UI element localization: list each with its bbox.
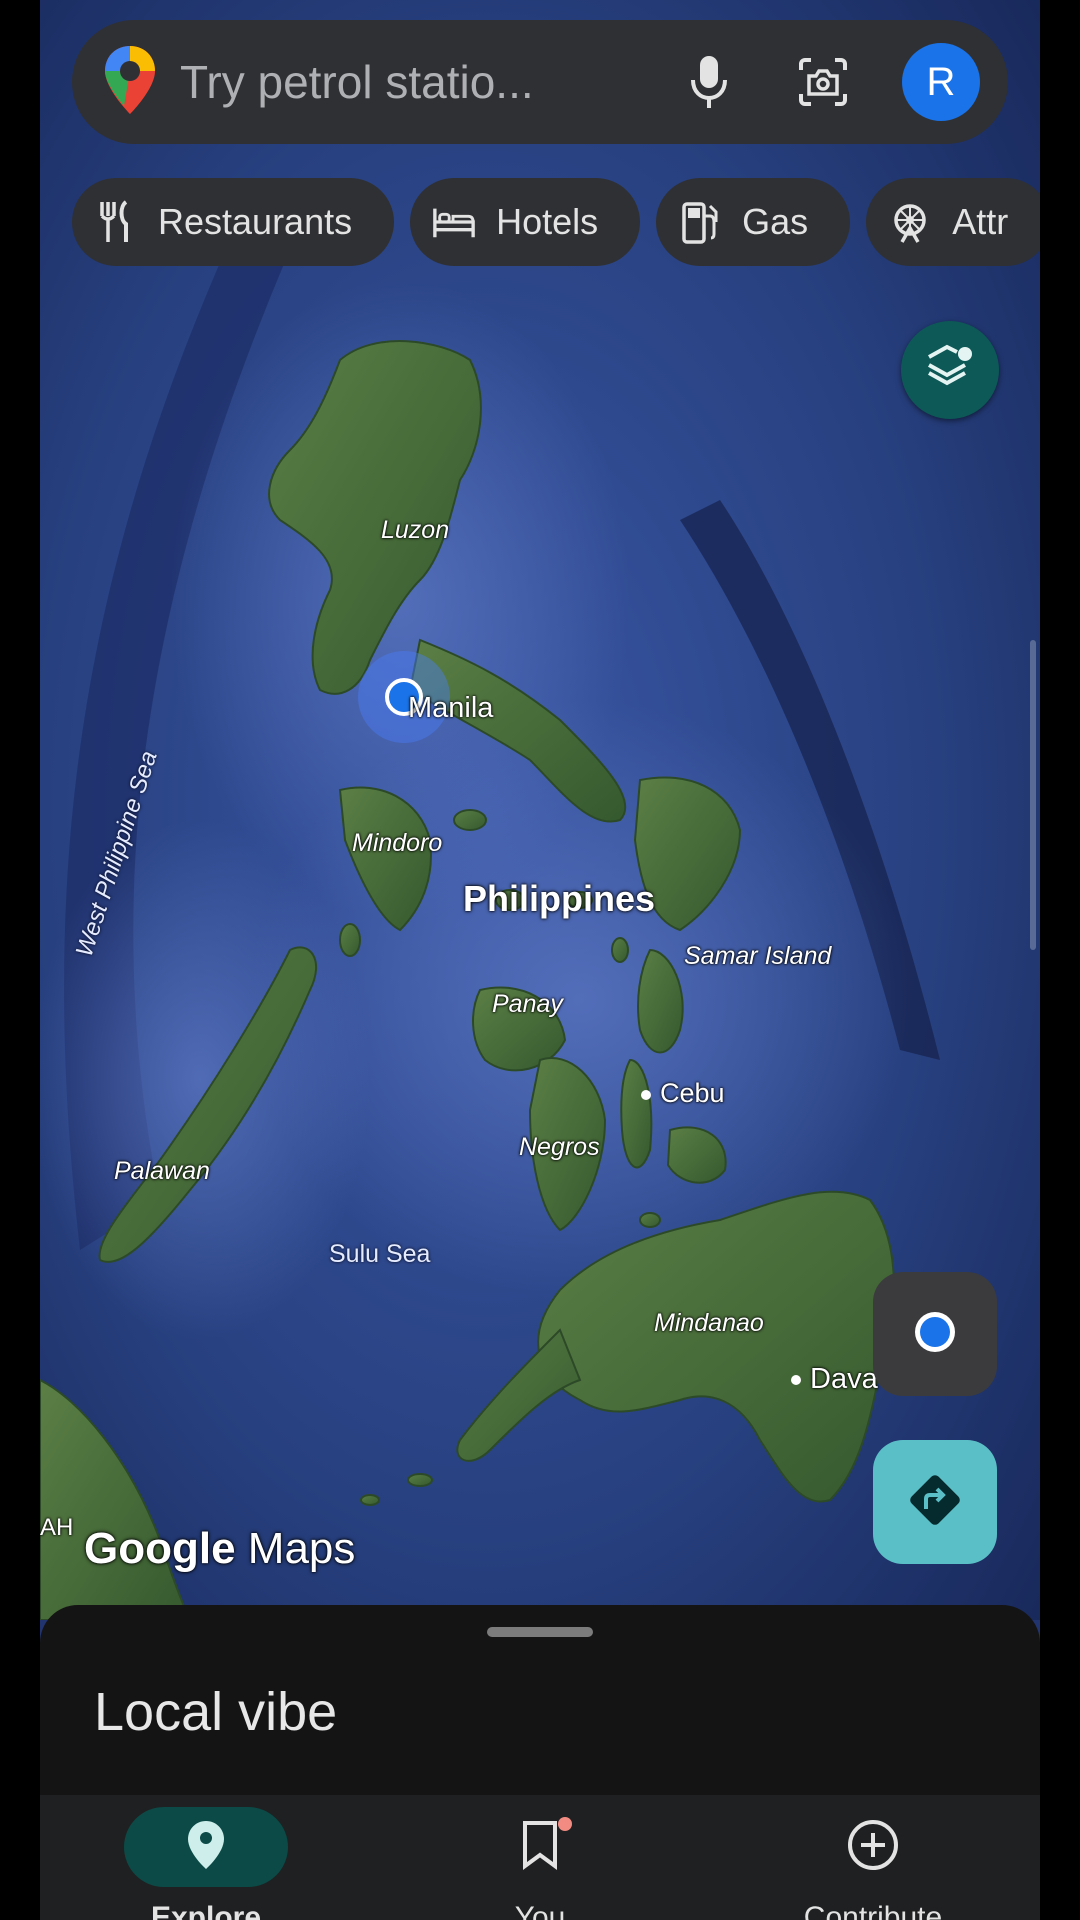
app-screen: Luzon Manila Mindoro Philippines Samar I… (40, 0, 1040, 1920)
search-input[interactable]: Try petrol statio... (180, 55, 630, 109)
notification-badge (558, 1817, 572, 1831)
map-label-palawan: Palawan (114, 1157, 210, 1185)
google-maps-watermark: Google Maps (84, 1524, 355, 1574)
lens-camera-icon[interactable] (788, 47, 858, 117)
cebu-city-dot (641, 1090, 651, 1100)
map-label-mindanao: Mindanao (654, 1309, 764, 1337)
map-label-manila[interactable]: Manila (408, 692, 493, 725)
map-label-philippines[interactable]: Philippines (463, 878, 655, 920)
davao-city-dot (791, 1375, 801, 1385)
nav-explore[interactable]: Explore (106, 1795, 306, 1920)
restaurant-icon (94, 200, 138, 244)
nav-explore-pill (124, 1807, 288, 1887)
my-location-button[interactable] (873, 1272, 997, 1396)
chip-attractions[interactable]: Attr (866, 178, 1040, 266)
nav-contribute-pill (791, 1807, 955, 1887)
watermark-google: Google (84, 1524, 236, 1573)
sheet-title: Local vibe (94, 1682, 338, 1742)
nav-you-pill (458, 1807, 622, 1887)
map-label-samar: Samar Island (684, 942, 832, 970)
chip-label: Hotels (496, 201, 599, 242)
attractions-icon (888, 200, 932, 244)
microphone-icon[interactable] (674, 47, 744, 117)
directions-button[interactable] (873, 1440, 997, 1564)
nav-label: You (514, 1901, 566, 1920)
nav-contribute[interactable]: Contribute (773, 1795, 973, 1920)
map-label-edge: AH (40, 1514, 74, 1541)
sheet-drag-handle[interactable] (487, 1627, 593, 1637)
layers-button[interactable] (901, 321, 999, 419)
chip-label: Attr (952, 201, 1009, 242)
explore-pin-icon (186, 1819, 226, 1876)
map-scroll-indicator (1030, 640, 1036, 950)
map-label-mindoro: Mindoro (352, 829, 443, 857)
avatar[interactable]: R (902, 43, 980, 121)
bookmark-icon (520, 1820, 560, 1875)
map-label-luzon: Luzon (381, 516, 450, 544)
my-location-icon (912, 1309, 958, 1360)
bottom-navigation: Explore You Contribute (40, 1795, 1040, 1920)
map-label-davao[interactable]: Dava (810, 1363, 878, 1396)
add-circle-icon (846, 1818, 900, 1877)
chip-label: Restaurants (158, 201, 353, 242)
chip-hotels[interactable]: Hotels (410, 178, 641, 266)
chip-label: Gas (742, 201, 809, 242)
nav-label: Explore (150, 1901, 262, 1920)
hotel-icon (432, 200, 476, 244)
layers-icon (923, 341, 977, 400)
chip-gas[interactable]: Gas (656, 178, 851, 266)
map-label-negros: Negros (519, 1133, 600, 1161)
watermark-maps: Maps (247, 1524, 356, 1573)
search-bar[interactable]: Try petrol statio... R (72, 20, 1008, 144)
map-label-sulu-sea: Sulu Sea (329, 1240, 431, 1268)
nav-you[interactable]: You (440, 1795, 640, 1920)
directions-icon (904, 1469, 966, 1536)
map-label-panay: Panay (492, 990, 563, 1018)
category-chips: Restaurants Hotels Gas Attr (72, 178, 1040, 266)
map-label-cebu[interactable]: Cebu (660, 1078, 725, 1109)
gas-station-icon (678, 200, 722, 244)
nav-label: Contribute (803, 1901, 943, 1920)
maps-pin-logo-icon (102, 44, 158, 121)
chip-restaurants[interactable]: Restaurants (72, 178, 395, 266)
bottom-sheet[interactable]: Local vibe (40, 1605, 1040, 1795)
